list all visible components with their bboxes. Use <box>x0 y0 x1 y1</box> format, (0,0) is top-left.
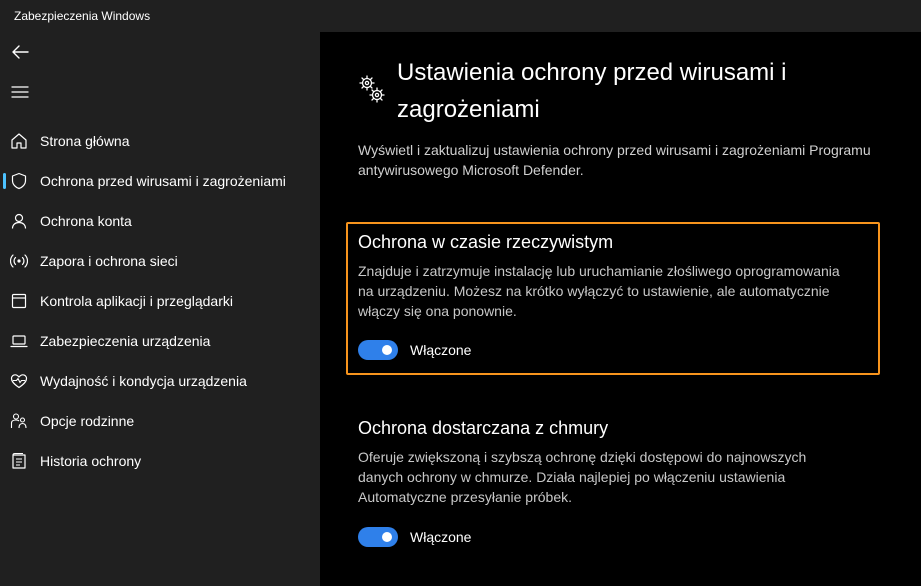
sidebar-item-virus-protection[interactable]: Ochrona przed wirusami i zagrożeniami <box>0 161 320 201</box>
sidebar-item-account-protection[interactable]: Ochrona konta <box>0 201 320 241</box>
section-title: Ochrona dostarczana z chmury <box>358 418 609 438</box>
sidebar-item-label: Strona główna <box>40 133 130 149</box>
antenna-icon <box>10 252 28 270</box>
sidebar-item-label: Historia ochrony <box>40 453 142 469</box>
history-icon <box>10 452 28 470</box>
back-button[interactable] <box>4 36 36 68</box>
back-arrow-icon <box>12 45 29 59</box>
active-indicator <box>3 173 6 189</box>
person-icon <box>10 212 28 230</box>
family-icon <box>10 412 28 430</box>
sidebar-item-protection-history[interactable]: Historia ochrony <box>0 441 320 481</box>
menu-button[interactable] <box>4 76 36 108</box>
cloud-protection-toggle[interactable] <box>358 527 398 547</box>
app-window-icon <box>10 292 28 310</box>
sidebar-item-label: Ochrona konta <box>40 213 132 229</box>
laptop-icon <box>10 332 28 350</box>
toggle-knob <box>382 532 392 542</box>
cloud-protection-section: Ochrona dostarczana z chmury Oferuje zwi… <box>358 416 858 547</box>
sidebar-item-label: Zabezpieczenia urządzenia <box>40 333 211 349</box>
cloud-toggle-row: Włączone <box>358 527 471 547</box>
gears-icon <box>359 75 385 103</box>
sidebar-item-label: Ochrona przed wirusami i zagrożeniami <box>40 173 286 189</box>
realtime-section-highlight <box>346 222 880 375</box>
sidebar-item-label: Zapora i ochrona sieci <box>40 253 178 269</box>
app-window: Zabezpieczenia Windows Strona główna Och… <box>0 0 921 586</box>
title-bar: Zabezpieczenia Windows <box>0 0 921 32</box>
sidebar-item-app-browser-control[interactable]: Kontrola aplikacji i przeglądarki <box>0 281 320 321</box>
sidebar-item-label: Kontrola aplikacji i przeglądarki <box>40 293 233 309</box>
sidebar-nav: Strona główna Ochrona przed wirusami i z… <box>0 121 320 481</box>
page-description: Wyświetl i zaktualizuj ustawienia ochron… <box>358 142 871 178</box>
heart-pulse-icon <box>10 372 28 390</box>
home-icon <box>10 132 28 150</box>
window-title: Zabezpieczenia Windows <box>14 9 151 23</box>
sidebar-item-firewall[interactable]: Zapora i ochrona sieci <box>0 241 320 281</box>
sidebar-item-device-security[interactable]: Zabezpieczenia urządzenia <box>0 321 320 361</box>
sidebar-item-label: Wydajność i kondycja urządzenia <box>40 373 247 389</box>
sidebar-item-home[interactable]: Strona główna <box>0 121 320 161</box>
sidebar-item-family-options[interactable]: Opcje rodzinne <box>0 401 320 441</box>
section-description: Oferuje zwiększoną i szybszą ochronę dzi… <box>358 449 807 505</box>
sidebar: Strona główna Ochrona przed wirusami i z… <box>0 32 320 586</box>
toggle-label: Włączone <box>410 529 472 545</box>
shield-icon <box>10 172 28 190</box>
hamburger-menu-icon <box>11 86 29 98</box>
sidebar-item-device-performance[interactable]: Wydajność i kondycja urządzenia <box>0 361 320 401</box>
sidebar-item-label: Opcje rodzinne <box>40 413 135 429</box>
page-title: Ustawienia ochrony przed wirusami i zagr… <box>397 59 787 123</box>
